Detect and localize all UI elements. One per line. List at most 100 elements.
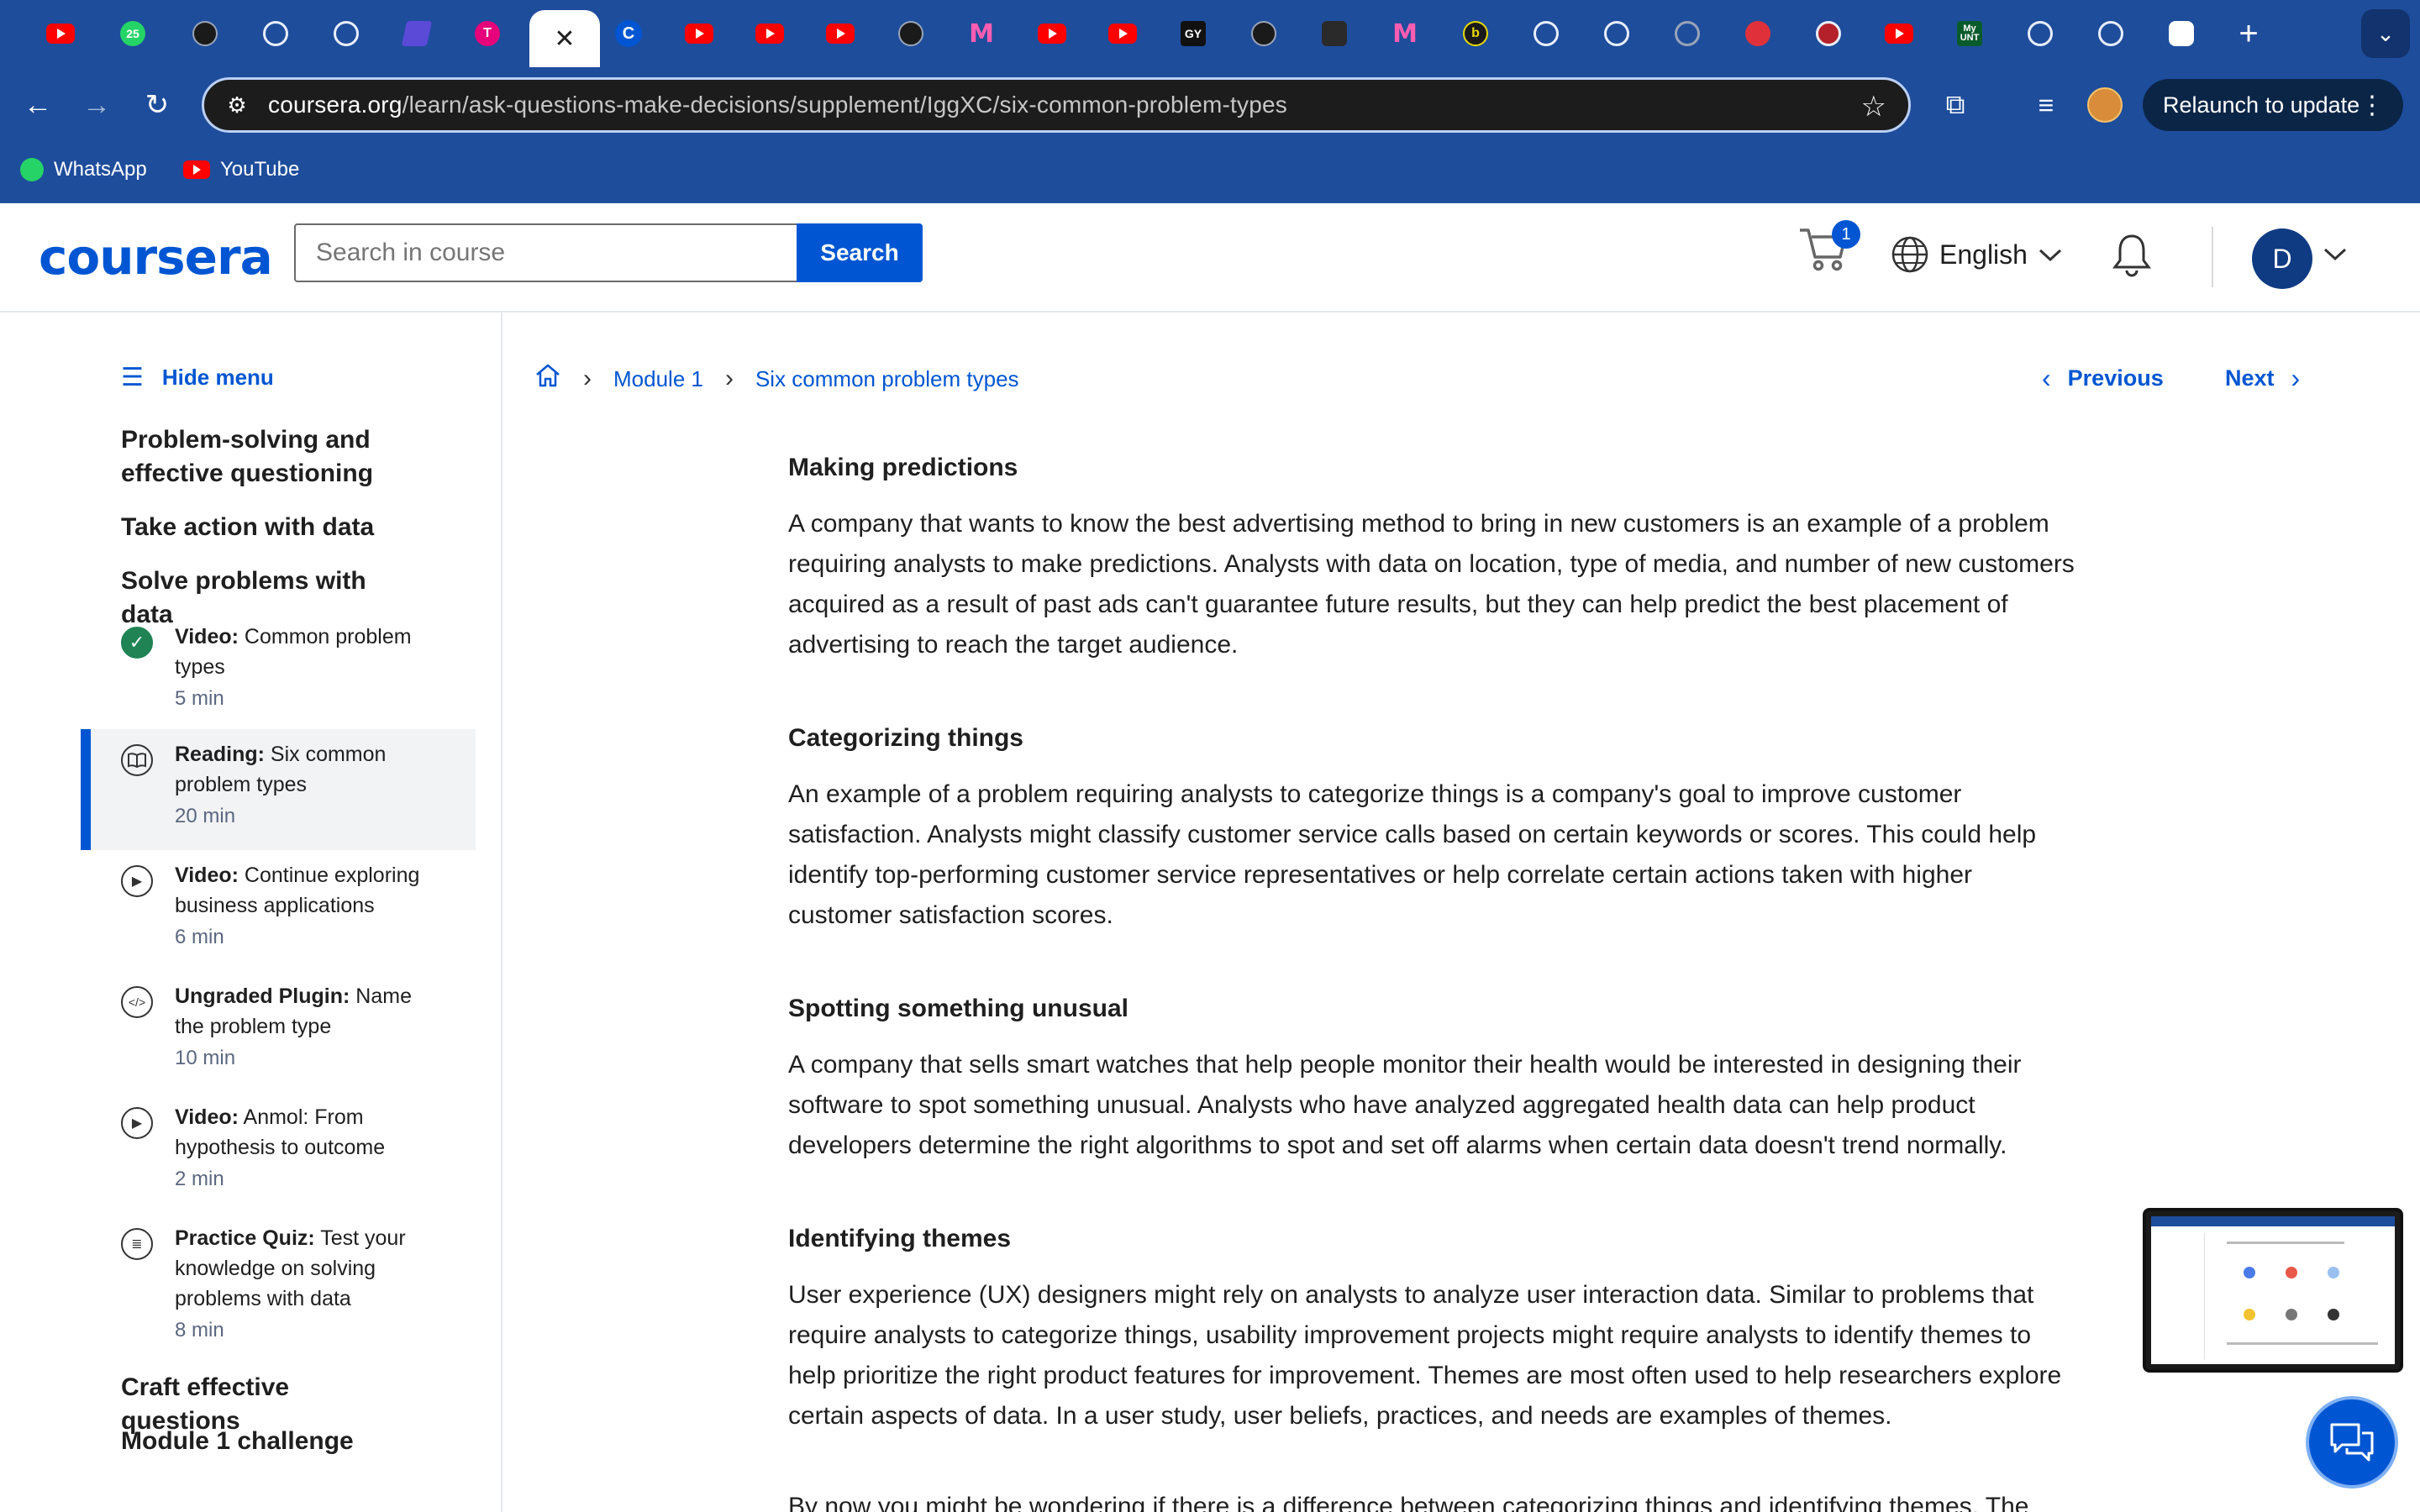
youtube-icon [685,24,713,44]
language-label: English [1939,239,2028,270]
sidebar-section-take-action[interactable]: Take action with data [121,511,407,544]
check-circle-icon: ✓ [121,627,153,659]
notifications-button[interactable] [2111,232,2153,286]
hide-menu-label: Hide menu [161,365,274,390]
language-selector[interactable]: English [1891,235,2063,274]
site-settings-icon[interactable]: ⚙ [223,91,251,119]
tab-target[interactable] [1523,10,1570,57]
home-icon[interactable] [534,363,561,395]
back-button[interactable]: ← [15,82,60,128]
sidebar-item-plugin-name-problem-type[interactable]: </> Ungraded Plugin: Name the problem ty… [81,971,476,1092]
globe-icon [1891,236,1928,273]
tab-compass[interactable] [887,10,934,57]
tab-youtube[interactable] [817,10,864,57]
breadcrumb-module-link[interactable]: Module 1 [613,366,703,392]
tab-video[interactable] [1311,10,1358,57]
tab-github[interactable] [323,10,370,57]
address-bar[interactable]: ⚙ coursera.org/learn/ask-questions-make-… [202,77,1911,133]
next-button[interactable]: Next › [2225,363,2300,394]
tab-whatsapp[interactable]: 25 [109,10,156,57]
tab-gy[interactable]: GY [1170,10,1217,57]
extensions-icon[interactable]: ⧉ [1934,84,1976,126]
plus-icon: + [2238,14,2259,52]
youtube-icon [1108,24,1137,44]
url-domain: coursera.org [268,92,402,118]
tab-coursera[interactable] [2087,10,2134,57]
sidebar-section-problem-solving[interactable]: Problem-solving and effective questionin… [121,423,407,491]
bookmarks-bar: WhatsApp YouTube [0,143,2420,203]
tab-search-button[interactable]: ⌄ [2361,9,2410,58]
section-heading: Spotting something unusual [788,995,1128,1022]
chat-assistant-button[interactable] [2306,1396,2398,1488]
b-icon: b [1463,21,1488,46]
bookmark-star-icon[interactable]: ☆ [1861,90,1886,123]
forward-button[interactable]: → [74,82,119,128]
more-menu-icon[interactable]: ⋮ [2360,91,2385,120]
tab-m[interactable]: M [1381,10,1428,57]
item-duration: 10 min [175,1047,236,1069]
section-paragraph: A company that sells smart watches that … [788,1051,2022,1159]
previous-label: Previous [2067,365,2164,391]
chevron-down-icon: ⌄ [2376,20,2395,46]
book-svg [128,753,146,769]
coursera-logo[interactable]: coursera [39,228,273,286]
sidebar-item-video-continue-exploring[interactable]: ▶ Video: Continue exploring business app… [81,850,476,971]
sidebar-section-module-challenge[interactable]: Module 1 challenge [121,1425,407,1458]
profile-avatar[interactable] [2087,87,2123,123]
tab-red[interactable] [1805,10,1852,57]
tab-target[interactable] [1593,10,1640,57]
tab-unt[interactable]: My UNT [1946,10,1993,57]
m-icon: M [1392,18,1418,49]
tab-red[interactable] [1734,10,1781,57]
play-icon: ▶ [121,865,153,897]
bookmark-youtube[interactable]: YouTube [183,158,299,181]
chat-icon [2330,1423,2374,1462]
tab-youtube[interactable] [37,10,84,57]
tab-youtube[interactable] [746,10,793,57]
relaunch-button[interactable]: Relaunch to update ⋮ [2143,79,2403,131]
hamburger-icon: ☰ [121,364,144,391]
tab-youtube[interactable] [676,10,723,57]
hide-menu-button[interactable]: ☰ Hide menu [121,363,274,392]
search-field[interactable] [316,239,797,267]
tab-m[interactable]: M [958,10,1005,57]
breadcrumb-page-link[interactable]: Six common problem types [755,366,1019,392]
tab-youtube[interactable] [1876,10,1923,57]
tab-youtube[interactable] [1099,10,1146,57]
tab-coursera[interactable] [2017,10,2064,57]
tab-circle[interactable] [252,10,299,57]
t-icon: T [475,21,500,46]
search-button[interactable]: Search [797,223,923,282]
thumbnail-dot [2244,1267,2255,1278]
arrow-left-icon: ← [24,88,52,121]
book-icon [121,744,153,776]
sidebar-item-video-anmol[interactable]: ▶ Video: Anmol: From hypothesis to outco… [81,1092,476,1213]
tab-active[interactable]: ✕ [529,10,600,67]
search-input[interactable] [294,223,798,282]
sidebar-item-practice-quiz[interactable]: ≣ Practice Quiz: Test your knowledge on … [81,1213,476,1364]
media-controls-icon[interactable]: ≡ [2025,84,2067,126]
tab-coursera[interactable]: C [605,10,652,57]
arrow-right-icon: → [82,88,111,121]
tab-openai[interactable] [182,10,229,57]
tab-t[interactable]: T [464,10,511,57]
screenshot-thumbnail[interactable] [2143,1208,2403,1373]
sidebar-item-reading-six-common-problem-types[interactable]: Reading: Six common problem types 20 min [81,729,476,850]
new-tab-button[interactable]: + [2225,10,2272,57]
user-avatar[interactable]: D [2252,228,2312,289]
previous-button[interactable]: ‹ Previous [2042,363,2164,394]
app-icon [401,21,433,46]
youtube-icon [1038,24,1066,44]
bookmark-whatsapp[interactable]: WhatsApp [20,158,147,181]
tab-app[interactable] [393,10,440,57]
tab-ring[interactable] [1664,10,1711,57]
tab-youtube[interactable] [1028,10,1076,57]
user-menu-chevron[interactable] [2323,240,2348,269]
tab-openai[interactable] [2158,10,2205,57]
item-type: Video: [175,1105,239,1129]
tab-b[interactable]: b [1452,10,1499,57]
close-icon[interactable]: ✕ [554,24,575,54]
tab-openai[interactable] [1240,10,1287,57]
reload-button[interactable]: ↻ [134,82,180,128]
sidebar-item-video-common-problem-types[interactable]: ✓ Video: Common problem types 5 min [81,612,476,732]
